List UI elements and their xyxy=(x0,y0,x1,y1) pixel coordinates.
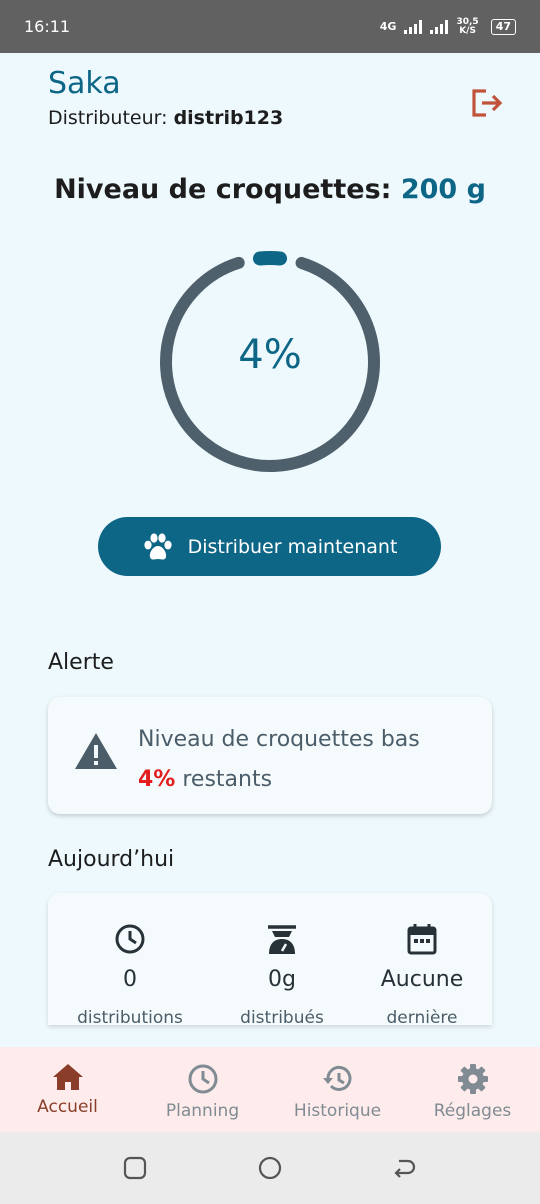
today-section-label: Aujourd’hui xyxy=(48,847,175,872)
distributor-id: distrib123 xyxy=(173,107,284,129)
calendar-icon xyxy=(407,924,437,955)
bottom-nav: Accueil Planning Historique Réglages xyxy=(0,1047,540,1132)
clock-icon xyxy=(188,1064,217,1094)
nav-label: Réglages xyxy=(433,1101,512,1121)
home-circle-icon[interactable] xyxy=(258,1156,282,1180)
alert-section-label: Alerte xyxy=(48,650,114,675)
status-icons: 4G 30,5 K/S 47 xyxy=(379,17,516,36)
alert-card: Niveau de croquettes bas 4% restants xyxy=(48,697,492,814)
status-time: 16:11 xyxy=(24,17,71,36)
stat-distributions: 0 distributions xyxy=(56,923,204,1025)
scale-icon xyxy=(268,925,296,954)
gear-icon xyxy=(457,1064,488,1094)
header: Saka Distributeur: distrib123 xyxy=(48,66,504,129)
nav-item-historique[interactable]: Historique xyxy=(270,1047,405,1132)
distributor-label: Distributeur: xyxy=(48,107,168,129)
alert-subtitle: 4% restants xyxy=(138,767,272,792)
back-icon[interactable] xyxy=(392,1156,416,1180)
nav-label: Accueil xyxy=(37,1097,98,1117)
stat-caption: distribués xyxy=(240,1008,324,1025)
stat-distributed: 0g distribués xyxy=(208,923,356,1025)
recents-icon[interactable] xyxy=(123,1156,147,1180)
status-bar: 16:11 4G 30,5 K/S 47 xyxy=(0,0,540,53)
page-title: Saka xyxy=(48,66,121,101)
home-icon xyxy=(52,1064,83,1090)
alert-suffix: restants xyxy=(182,767,273,792)
stat-caption: distributions xyxy=(77,1008,183,1025)
dispense-now-button[interactable]: Distribuer maintenant xyxy=(98,517,441,576)
nav-label: Historique xyxy=(293,1101,382,1121)
signal-icon xyxy=(404,19,423,34)
nav-label: Planning xyxy=(165,1101,240,1121)
nav-item-planning[interactable]: Planning xyxy=(135,1047,270,1132)
stat-value: Aucune xyxy=(380,967,464,992)
level-title: Niveau de croquettes: 200 g xyxy=(0,174,540,205)
today-card: 0 distributions 0g distribués Aucune der… xyxy=(48,893,492,1025)
stat-last: Aucune dernière xyxy=(348,923,492,1025)
signal-icon-2 xyxy=(430,19,449,34)
level-value: 200 g xyxy=(400,174,486,205)
gauge-percent: 4% xyxy=(238,332,302,378)
nav-item-reglages[interactable]: Réglages xyxy=(405,1047,540,1132)
stat-caption: dernière xyxy=(386,1008,458,1025)
network-speed: 30,5 K/S xyxy=(456,17,478,36)
stat-value: 0g xyxy=(268,967,296,992)
distributor-line: Distributeur: distrib123 xyxy=(48,107,504,129)
warning-icon xyxy=(75,733,117,769)
network-type: 4G xyxy=(379,20,397,33)
system-nav-bar xyxy=(0,1132,540,1204)
alert-title: Niveau de croquettes bas xyxy=(138,727,420,752)
nav-item-accueil[interactable]: Accueil xyxy=(0,1047,135,1132)
level-label: Niveau de croquettes: xyxy=(54,174,392,205)
paw-icon xyxy=(144,532,172,559)
speed-unit: K/S xyxy=(459,25,476,36)
dispense-now-label: Distribuer maintenant xyxy=(187,535,398,558)
logout-icon[interactable] xyxy=(470,88,504,118)
clock-icon xyxy=(115,924,145,954)
stat-value: 0 xyxy=(123,967,137,992)
history-icon xyxy=(322,1065,351,1091)
alert-percent: 4% xyxy=(138,767,176,792)
battery-icon: 47 xyxy=(490,18,516,35)
